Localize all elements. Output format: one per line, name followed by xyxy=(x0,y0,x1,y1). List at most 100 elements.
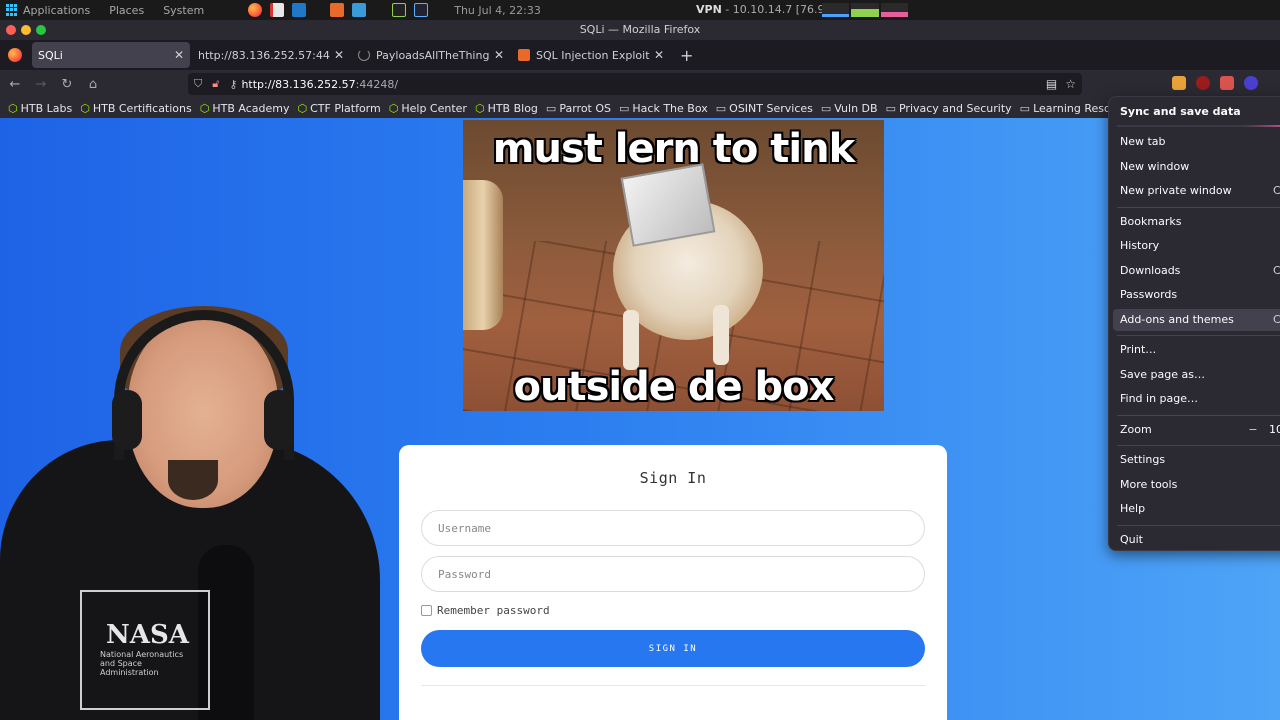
tab-payloads[interactable]: PayloadsAllTheThings/SQ ✕ xyxy=(352,42,510,68)
os-clock[interactable]: Thu Jul 4, 22:33 xyxy=(454,4,541,17)
tracking-shield-icon[interactable]: ⛉ xyxy=(194,77,202,91)
close-window-button[interactable] xyxy=(6,25,16,35)
new-tab-button[interactable]: + xyxy=(680,46,693,65)
menu-item-label: More tools xyxy=(1120,477,1178,491)
card-divider xyxy=(421,685,925,686)
password-input[interactable] xyxy=(421,556,925,592)
bookmark-htb-blog[interactable]: ⬡ HTB Blog xyxy=(475,102,538,115)
menu-item-find-in-page[interactable]: Find in page… xyxy=(1113,388,1280,410)
forward-button[interactable]: → xyxy=(30,73,52,95)
window-titlebar[interactable]: SQLi — Mozilla Firefox xyxy=(0,20,1280,40)
zoom-reset-button[interactable]: 100% xyxy=(1269,419,1280,441)
burp-launcher-icon[interactable] xyxy=(330,3,345,17)
menu-item-new-tab[interactable]: New tab xyxy=(1113,131,1280,153)
bookmark-label: Help Center xyxy=(401,101,467,115)
menu-item-new-private-window[interactable]: New private window C xyxy=(1113,180,1280,202)
menu-item-settings[interactable]: Settings xyxy=(1113,449,1280,471)
permissions-key-icon[interactable]: ⚷ xyxy=(229,78,237,91)
bookmark-label: HTB Certifications xyxy=(92,101,192,115)
window-controls xyxy=(6,25,46,35)
bookmark-privacy-and-security[interactable]: ▭ Privacy and Security xyxy=(886,102,1012,115)
url-host: http://83.136.252.57 xyxy=(241,77,356,91)
window-title: SQLi — Mozilla Firefox xyxy=(579,23,701,36)
bookmark-label: HTB Academy xyxy=(212,101,290,115)
url-port: :44248/ xyxy=(355,77,399,91)
bookmark-vuln-db[interactable]: ▭ Vuln DB xyxy=(821,102,878,115)
app-launcher-icon[interactable] xyxy=(352,3,367,17)
extension-icons xyxy=(1172,76,1258,90)
os-menu-applications[interactable]: Applications xyxy=(23,4,90,17)
system-monitor-graphs xyxy=(822,3,908,17)
menu-item-label: New window xyxy=(1120,159,1190,173)
tab-target-host[interactable]: http://83.136.252.57:44248/ ✕ xyxy=(192,42,350,68)
remember-password[interactable]: Remember password xyxy=(421,604,550,617)
firefox-view-icon[interactable] xyxy=(8,48,22,62)
sign-in-button[interactable]: SIGN IN xyxy=(421,630,925,667)
portswigger-icon xyxy=(518,49,530,61)
tab-label: PayloadsAllTheThings/SQ xyxy=(376,48,490,62)
menu-item-more-tools[interactable]: More tools xyxy=(1113,474,1280,496)
os-menu-system[interactable]: System xyxy=(163,4,204,17)
close-tab-icon[interactable]: ✕ xyxy=(174,48,184,62)
htb-cube-icon: ⬡ xyxy=(8,101,18,115)
menu-item-passwords[interactable]: Passwords xyxy=(1113,284,1280,306)
bookmark-help-center[interactable]: ⬡ Help Center xyxy=(389,102,467,115)
bookmark-htb-labs[interactable]: ⬡ HTB Labs xyxy=(8,102,72,115)
maximize-window-button[interactable] xyxy=(36,25,46,35)
close-tab-icon[interactable]: ✕ xyxy=(654,48,664,62)
reload-button[interactable]: ↻ xyxy=(56,73,78,95)
wappalyzer-extension-icon[interactable] xyxy=(1220,76,1234,90)
os-menu-places[interactable]: Places xyxy=(109,4,144,17)
bookmark-ctf-platform[interactable]: ⬡ CTF Platform xyxy=(298,102,381,115)
webcam-overlay: NASA National Aeronautics and Space Admi… xyxy=(0,300,390,720)
firefox-launcher-icon[interactable] xyxy=(248,3,263,17)
menu-item-history[interactable]: History xyxy=(1113,235,1280,257)
url-bar[interactable]: ⛉ 🔓︎ ⚷ http://83.136.252.57:44248/ ▤ ☆ xyxy=(188,73,1082,95)
hackbar-extension-icon[interactable] xyxy=(1244,76,1258,90)
menu-item-quit[interactable]: Quit xyxy=(1113,529,1280,551)
tab-sqli[interactable]: SQLi ✕ xyxy=(32,42,190,68)
sign-in-title: Sign In xyxy=(639,469,707,487)
applications-grid-icon[interactable] xyxy=(6,4,18,16)
reader-view-icon[interactable]: ▤ xyxy=(1046,77,1057,91)
username-input[interactable] xyxy=(421,510,925,546)
back-button[interactable]: ← xyxy=(4,73,26,95)
bookmark-htb-academy[interactable]: ⬡ HTB Academy xyxy=(200,102,290,115)
tab-sql-injection[interactable]: SQL Injection Exploiting L ✕ xyxy=(512,42,670,68)
menu-item-add-ons-and-themes[interactable]: Add-ons and themes C xyxy=(1113,308,1280,331)
bookmark-parrot-os[interactable]: ▭ Parrot OS xyxy=(546,102,611,115)
menu-item-help[interactable]: Help xyxy=(1113,498,1280,520)
minimize-window-button[interactable] xyxy=(21,25,31,35)
menu-item-label: Help xyxy=(1120,502,1146,515)
screenshot-launcher-icon[interactable] xyxy=(414,3,429,17)
ublock-extension-icon[interactable] xyxy=(1196,76,1210,90)
remember-password-checkbox[interactable] xyxy=(421,605,432,616)
menu-item-bookmarks[interactable]: Bookmarks xyxy=(1113,211,1280,233)
vpn-label: VPN xyxy=(696,3,722,16)
bookmark-star-icon[interactable]: ☆ xyxy=(1065,77,1076,91)
menu-item-label: Quit xyxy=(1120,532,1143,546)
sync-and-save-data[interactable]: Sync and save data xyxy=(1120,105,1241,118)
url-text[interactable]: http://83.136.252.57:44248/ xyxy=(241,78,398,91)
close-tab-icon[interactable]: ✕ xyxy=(334,48,344,62)
folder-icon: ▭ xyxy=(885,101,896,115)
loading-icon xyxy=(358,49,370,61)
vscode-launcher-icon[interactable] xyxy=(292,3,307,17)
menu-item-print[interactable]: Print… xyxy=(1113,339,1280,361)
menu-item-downloads[interactable]: Downloads C xyxy=(1113,260,1280,282)
bookmark-label: HTB Labs xyxy=(20,101,73,115)
close-tab-icon[interactable]: ✕ xyxy=(494,48,504,62)
terminal-launcher-icon[interactable] xyxy=(392,3,407,17)
bookmark-htb-certifications[interactable]: ⬡ HTB Certifications xyxy=(80,102,192,115)
bookmark-hack-the-box[interactable]: ▭ Hack The Box xyxy=(619,102,708,115)
menu-item-save-page-as[interactable]: Save page as… xyxy=(1113,364,1280,386)
home-button[interactable]: ⌂ xyxy=(82,73,104,95)
text-editor-launcher-icon[interactable] xyxy=(270,3,285,17)
insecure-lock-icon[interactable]: 🔓︎ xyxy=(212,77,219,91)
menu-item-new-window[interactable]: New window xyxy=(1113,156,1280,178)
foxyproxy-extension-icon[interactable] xyxy=(1172,76,1186,90)
remember-password-label: Remember password xyxy=(437,604,550,617)
bookmarks-toolbar: ⬡ HTB Labs ⬡ HTB Certifications ⬡ HTB Academy… xyxy=(0,98,1280,118)
zoom-out-button[interactable]: − xyxy=(1245,422,1261,438)
bookmark-osint-services[interactable]: ▭ OSINT Services xyxy=(716,102,813,115)
